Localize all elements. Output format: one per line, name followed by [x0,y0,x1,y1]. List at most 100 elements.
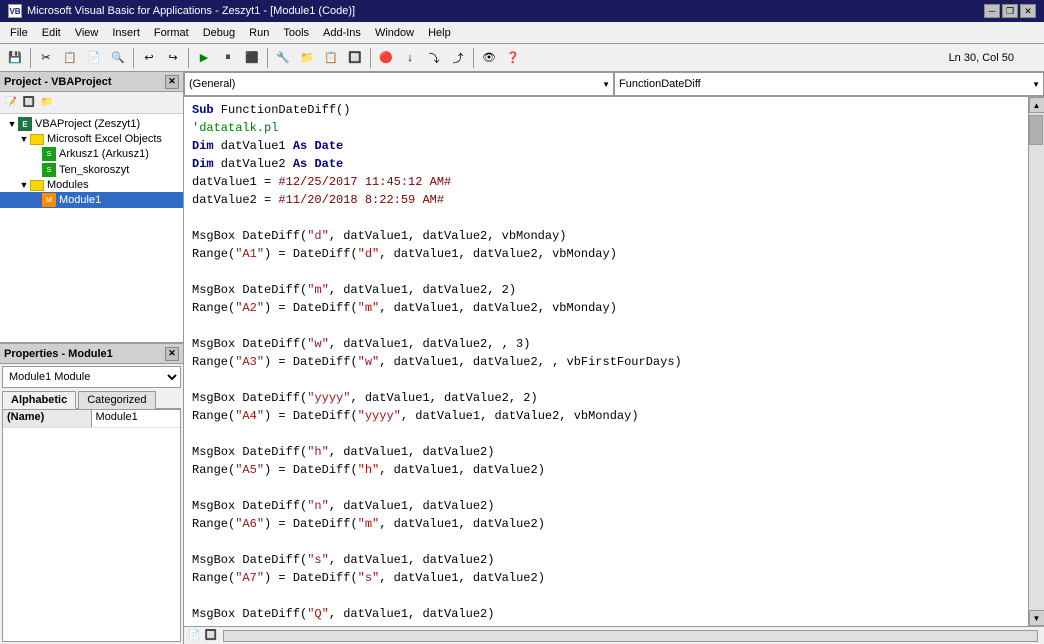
project-view-code[interactable]: 📝 [2,94,20,112]
toolbar-sep-1 [30,48,31,68]
folder-icon [30,134,44,145]
menu-tools[interactable]: Tools [277,25,315,41]
toolbar-paste[interactable]: 📄 [83,47,105,69]
tree-item-vbaproject[interactable]: ▼ E VBAProject (Zeszyt1) [0,116,183,132]
tree-toggle-vbaproject[interactable]: ▼ [6,119,18,129]
code-view-btn-1[interactable]: 📄 [188,630,200,641]
properties-object-selector[interactable]: Module1 Module [2,366,181,388]
menu-bar: File Edit View Insert Format Debug Run T… [0,22,1044,44]
project-panel: Project - VBAProject ✕ 📝 🔲 📁 ▼ E VBAProj… [0,72,183,344]
properties-tabs: Alphabetic Categorized [2,390,181,409]
project-view-object[interactable]: 🔲 [20,94,38,112]
props-val-name[interactable]: Module1 [92,410,181,427]
toolbar-find[interactable]: 🔍 [107,47,129,69]
toolbar-stepout[interactable]: ⤴ [447,47,469,69]
main-layout: Project - VBAProject ✕ 📝 🔲 📁 ▼ E VBAProj… [0,72,1044,644]
toolbar-sep-5 [370,48,371,68]
properties-panel-close[interactable]: ✕ [165,347,179,361]
props-key-name: (Name) [3,410,92,427]
title-text: Microsoft Visual Basic for Applications … [27,5,355,17]
toolbar-cut[interactable]: ✂ [35,47,57,69]
tree-item-excel-objects[interactable]: ▼ Microsoft Excel Objects [0,132,183,146]
left-panel: Project - VBAProject ✕ 📝 🔲 📁 ▼ E VBAProj… [0,72,184,644]
menu-run[interactable]: Run [243,25,275,41]
tree-label-vbaproject: VBAProject (Zeszyt1) [35,118,140,130]
toolbar-object[interactable]: 🔲 [344,47,366,69]
tree-label-modules: Modules [47,179,89,191]
minimize-button[interactable]: ─ [984,4,1000,18]
menu-help[interactable]: Help [422,25,457,41]
toolbar-help[interactable]: ❓ [502,47,524,69]
general-dropdown[interactable]: (General) [184,72,614,96]
tree-item-module1[interactable]: M Module1 [0,192,183,208]
code-dropdowns: (General) FunctionDateDiff [184,72,1044,97]
toolbar-btn-1[interactable]: 💾 [4,47,26,69]
toolbar-sep-3 [188,48,189,68]
project-panel-header: Project - VBAProject ✕ [0,72,183,92]
code-area-container: Sub FunctionDateDiff() 'datatalk.pl Dim … [184,97,1044,626]
menu-edit[interactable]: Edit [36,25,67,41]
toolbar-copy[interactable]: 📋 [59,47,81,69]
restore-button[interactable]: ❐ [1002,4,1018,18]
menu-view[interactable]: View [69,25,105,41]
scroll-down-btn[interactable]: ▼ [1029,610,1044,626]
proc-dropdown[interactable]: FunctionDateDiff [614,72,1044,96]
menu-debug[interactable]: Debug [197,25,241,41]
code-editor[interactable]: Sub FunctionDateDiff() 'datatalk.pl Dim … [184,97,1028,626]
toolbar-undo[interactable]: ↩ [138,47,160,69]
project-panel-close[interactable]: ✕ [165,75,179,89]
toolbar-bp[interactable]: 🔴 [375,47,397,69]
toolbar-step[interactable]: ↓ [399,47,421,69]
tree-label-ten-skoroszyt: Ten_skoroszyt [59,164,129,176]
code-scrollbar-v[interactable]: ▲ ▼ [1028,97,1044,626]
menu-window[interactable]: Window [369,25,420,41]
toolbar-props[interactable]: 📋 [320,47,342,69]
menu-format[interactable]: Format [148,25,195,41]
code-panel: (General) FunctionDateDiff Sub FunctionD… [184,72,1044,644]
toolbar-explorer[interactable]: 📁 [296,47,318,69]
scroll-track [1029,113,1044,610]
menu-addins[interactable]: Add-Ins [317,25,367,41]
project-icon: E [18,117,32,131]
sheet-icon-2: S [42,163,56,177]
tree-label-module1: Module1 [59,194,101,206]
props-tab-categorized[interactable]: Categorized [78,391,155,409]
scroll-thumb[interactable] [1029,115,1043,145]
project-panel-toolbar: 📝 🔲 📁 [0,92,183,114]
scroll-up-btn[interactable]: ▲ [1029,97,1044,113]
props-row-name: (Name) Module1 [3,410,180,428]
code-view-btn-2[interactable]: 🔲 [204,630,216,641]
toolbar-watch[interactable]: 👁 [478,47,500,69]
code-scrollbar-h[interactable] [223,630,1038,642]
general-dropdown-wrapper: (General) [184,72,614,96]
status-text: Ln 30, Col 50 [949,52,1022,64]
app-icon: VB [8,4,22,18]
toolbar-run[interactable]: ▶ [193,47,215,69]
tree-toggle-excel-objects[interactable]: ▼ [18,134,30,144]
toolbar-stop[interactable]: ⬛ [241,47,263,69]
proc-dropdown-wrapper: FunctionDateDiff [614,72,1044,96]
tree-label-excel-objects: Microsoft Excel Objects [47,133,162,145]
tree-toggle-modules[interactable]: ▼ [18,180,30,190]
props-tab-alphabetic[interactable]: Alphabetic [2,391,76,409]
toolbar-pause[interactable]: ⏸ [217,47,239,69]
code-footer: 📄 🔲 [184,626,1044,644]
module-icon: M [42,193,56,207]
toolbar-sep-2 [133,48,134,68]
tree-item-modules[interactable]: ▼ Modules [0,178,183,192]
properties-panel-header: Properties - Module1 ✕ [0,344,183,364]
close-button[interactable]: ✕ [1020,4,1036,18]
project-tree: ▼ E VBAProject (Zeszyt1) ▼ Microsoft Exc… [0,114,183,342]
toolbar-design[interactable]: 🔧 [272,47,294,69]
toolbar-stepover[interactable]: ⤵ [423,47,445,69]
toolbar-sep-6 [473,48,474,68]
toolbar-redo[interactable]: ↪ [162,47,184,69]
tree-label-arkusz1: Arkusz1 (Arkusz1) [59,148,149,160]
tree-item-ten-skoroszyt[interactable]: S Ten_skoroszyt [0,162,183,178]
menu-insert[interactable]: Insert [106,25,146,41]
sheet-icon-1: S [42,147,56,161]
tree-item-arkusz1[interactable]: S Arkusz1 (Arkusz1) [0,146,183,162]
properties-grid: (Name) Module1 [2,409,181,642]
menu-file[interactable]: File [4,25,34,41]
project-toggle-folders[interactable]: 📁 [38,94,56,112]
